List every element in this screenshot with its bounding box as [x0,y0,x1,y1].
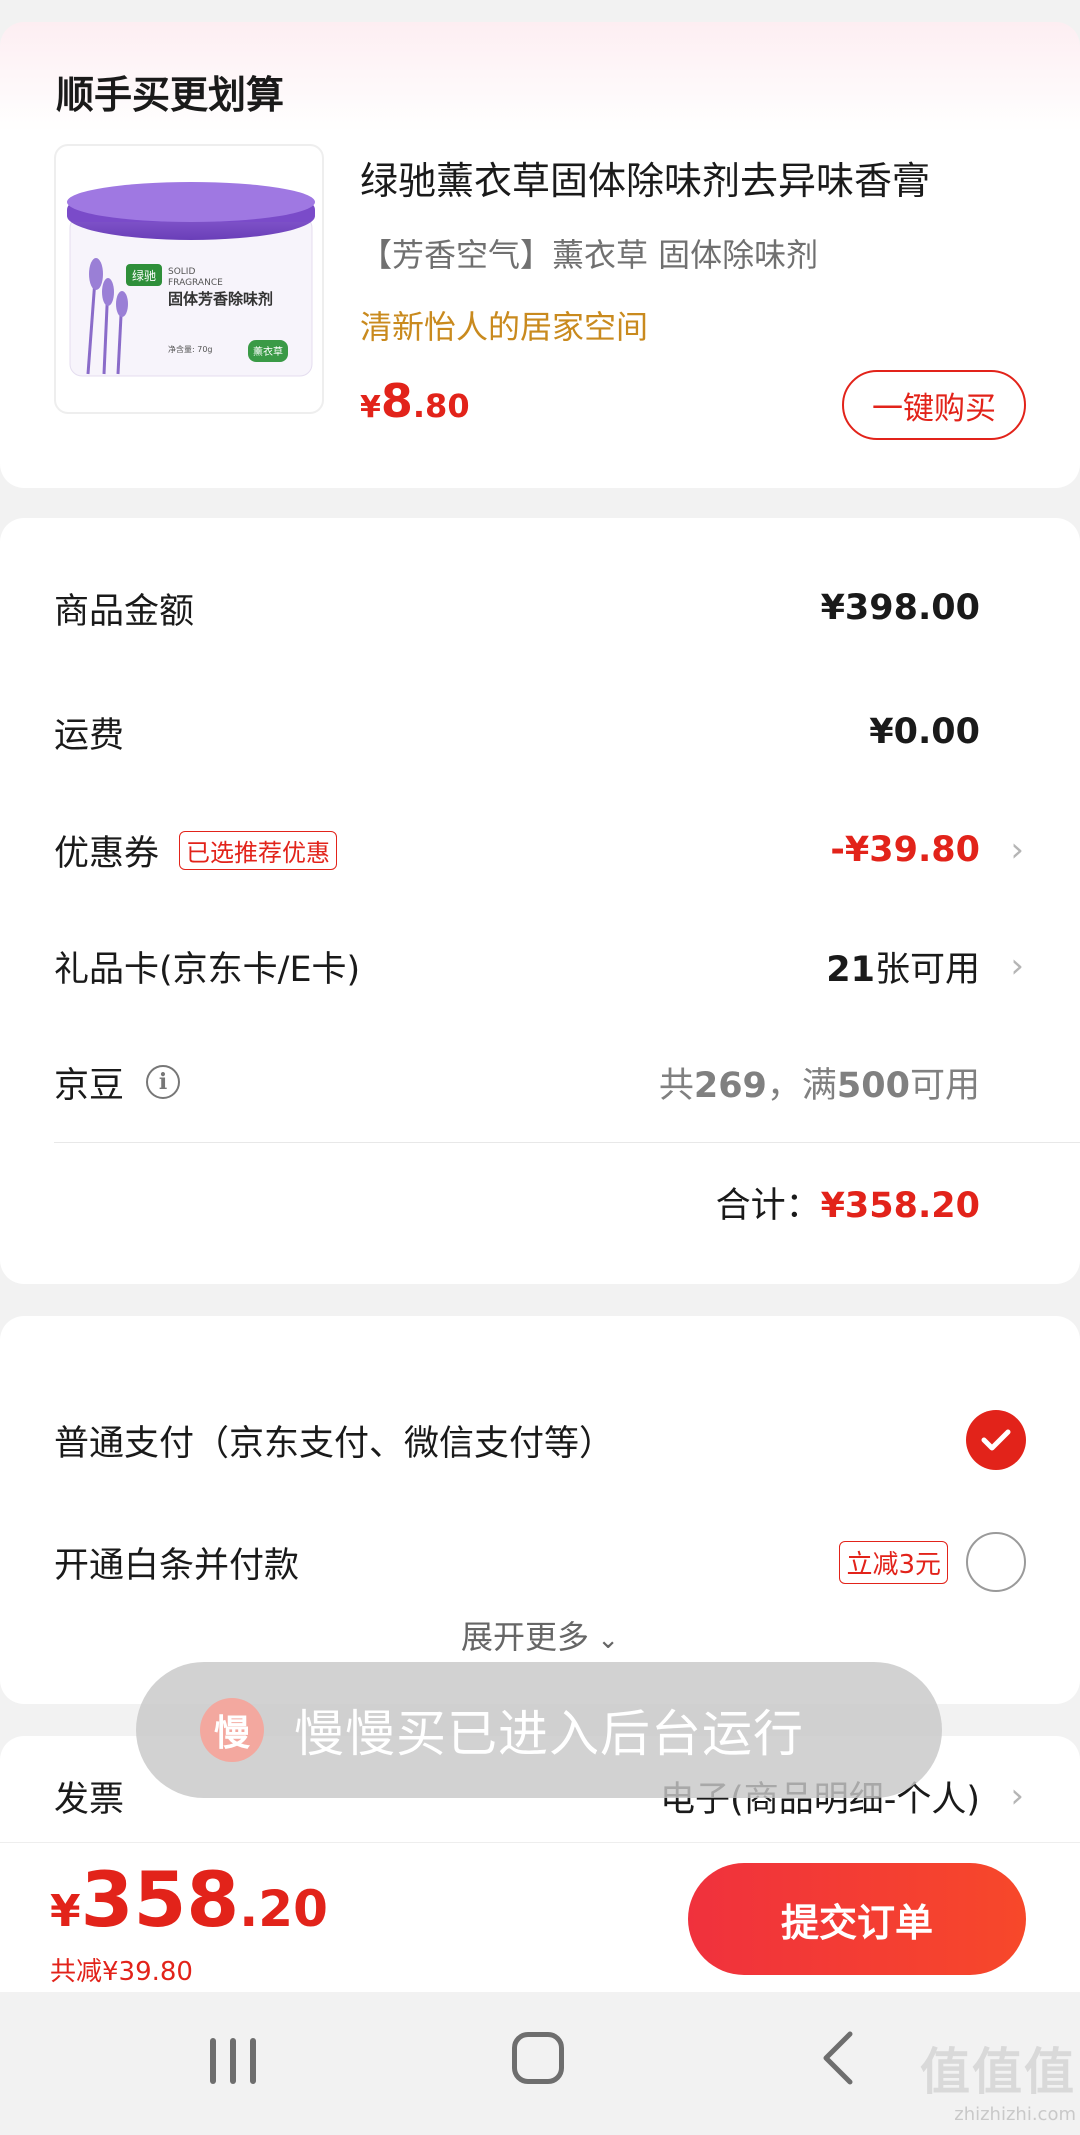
expand-more-button[interactable]: 展开更多 ⌄ [0,1612,1080,1658]
site-watermark: 值值值 zhizhizhi.com [920,2032,1076,2125]
expand-more-label: 展开更多 [460,1618,589,1656]
gift-card-value: 21张可用 [826,949,980,990]
price-decimal: .80 [412,387,470,425]
order-amounts-card: 商品金额 ¥398.00 运费 ¥0.00 优惠券 已选推荐优惠 -¥39.80… [0,518,1080,1284]
normal-payment-label: 普通支付（京东支付、微信支付等） [54,1423,615,1464]
total-label: 合计： [715,1185,821,1226]
goods-amount-value: ¥398.00 [820,588,980,628]
home-icon[interactable] [512,2032,564,2084]
saved-amount: 共减¥39.80 [50,1957,193,1987]
product-price: ¥8.80 [360,374,470,428]
jar-brand-text: 绿驰 [132,268,156,283]
product-subtitle: 【芳香空气】薰衣草 固体除味剂 [360,236,819,274]
normal-payment-row[interactable]: 普通支付（京东支付、微信支付等） [0,1400,1080,1480]
checkout-bar: ¥358.20 共减¥39.80 提交订单 [0,1842,1080,1992]
recent-apps-icon[interactable] [210,2038,260,2084]
goods-amount-label: 商品金额 [54,591,195,632]
info-icon[interactable]: i [146,1065,181,1099]
svg-text:净含量: 70g: 净含量: 70g [168,344,213,354]
gift-card-label: 礼品卡(京东卡/E卡) [54,949,361,990]
background-toast: 慢 慢慢买已进入后台运行 [136,1662,942,1798]
jar-title-text: 固体芳香除味剂 [168,290,273,308]
chevron-right-icon: › [1010,1776,1024,1816]
coupon-value: -¥39.80 [830,830,980,870]
system-navigation-bar: 值值值 zhizhizhi.com [0,1992,1080,2135]
upsell-title: 顺手买更划算 [56,73,285,117]
jd-beans-value: 共269，满500可用 [658,1065,980,1106]
upsell-card: 顺手买更划算 绿驰 SOLID FRAGRANCE 固体芳香除味剂 净含量: 7… [0,22,1080,488]
price-integer: 8 [380,374,413,428]
shipping-row: 运费 ¥0.00 [0,692,1080,772]
jd-beans-row: 京豆 i 共269，满500可用 [0,1042,1080,1122]
checkmark-selected-icon[interactable] [966,1410,1026,1470]
toast-message: 慢慢买已进入后台运行 [294,1705,804,1763]
coupon-label: 优惠券 [54,833,160,874]
watermark-url: zhizhizhi.com [954,2104,1076,2125]
product-jar-illustration: 绿驰 SOLID FRAGRANCE 固体芳香除味剂 净含量: 70g 薰衣草 [67,182,315,377]
chevron-right-icon: › [1010,830,1024,870]
one-click-buy-button[interactable]: 一键购买 [842,370,1026,440]
back-icon[interactable] [820,2030,856,2090]
baitiao-payment-row[interactable]: 开通白条并付款 立减3元 [0,1522,1080,1602]
shipping-value: ¥0.00 [869,712,980,752]
svg-text:FRAGRANCE: FRAGRANCE [168,278,223,288]
shipping-label: 运费 [54,715,125,756]
watermark-logo: 值值值 [920,2043,1076,2101]
gift-card-row[interactable]: 礼品卡(京东卡/E卡) 21张可用 › [0,926,1080,1006]
price-symbol: ¥ [360,390,381,425]
submit-order-button[interactable]: 提交订单 [688,1863,1026,1975]
baitiao-discount-tag: 立减3元 [839,1540,948,1584]
checkout-total-symbol: ¥ [50,1886,81,1937]
radio-unselected-icon[interactable] [966,1532,1026,1592]
product-slogan: 清新怡人的居家空间 [360,308,649,346]
coupon-row[interactable]: 优惠券 已选推荐优惠 -¥39.80 › [0,810,1080,890]
product-image[interactable]: 绿驰 SOLID FRAGRANCE 固体芳香除味剂 净含量: 70g 薰衣草 [54,144,324,414]
coupon-selected-tag: 已选推荐优惠 [179,830,338,870]
invoice-label: 发票 [54,1779,125,1820]
payment-method-card: 普通支付（京东支付、微信支付等） 开通白条并付款 立减3元 展开更多 ⌄ [0,1316,1080,1704]
checkout-total-decimal: .20 [239,1880,328,1938]
manmanmai-app-icon: 慢 [200,1698,264,1762]
goods-amount-row: 商品金额 ¥398.00 [0,568,1080,648]
checkout-total-integer: 358 [80,1855,240,1944]
total-value: ¥358.20 [820,1185,980,1226]
jd-beans-label: 京豆 [54,1065,125,1106]
svg-text:SOLID: SOLID [168,267,195,277]
product-name[interactable]: 绿驰薰衣草固体除味剂去异味香膏 [360,150,930,205]
total-row: 合计：¥358.20 [0,1162,1080,1242]
svg-text:薰衣草: 薰衣草 [253,345,283,358]
chevron-down-icon: ⌄ [588,1625,620,1655]
checkout-total: ¥358.20 [50,1855,328,1944]
baitiao-label: 开通白条并付款 [54,1545,300,1586]
divider [54,1142,1080,1143]
total-summary: 合计：¥358.20 [716,1177,980,1228]
chevron-right-icon: › [1010,946,1024,986]
